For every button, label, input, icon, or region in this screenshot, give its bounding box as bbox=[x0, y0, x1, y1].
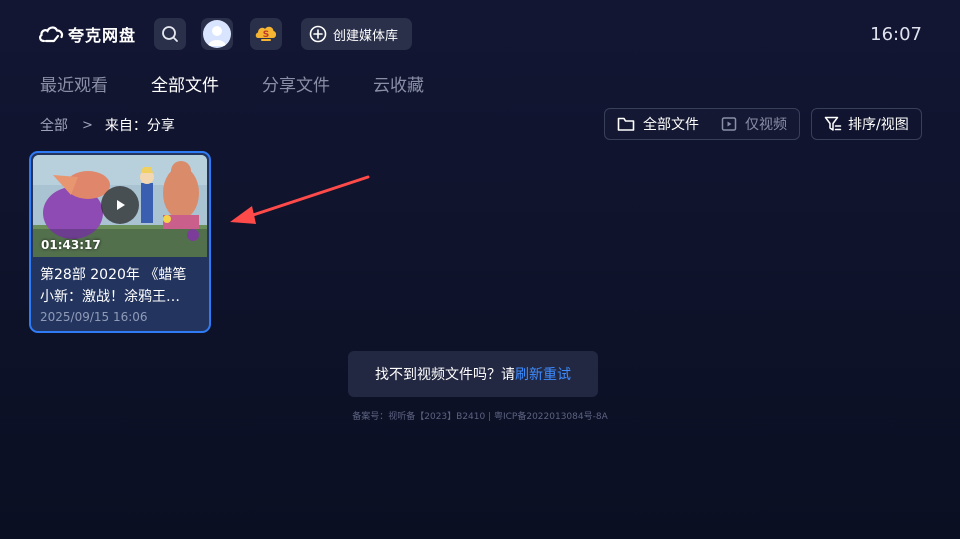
play-icon bbox=[117, 200, 125, 210]
svg-text:S: S bbox=[263, 30, 269, 40]
filter-all-files[interactable]: 全部文件 bbox=[605, 109, 711, 139]
chevron-right-icon: > bbox=[82, 117, 93, 133]
video-title-line2: 小新：激战！涂鸦王… bbox=[40, 289, 180, 305]
plus-circle-icon bbox=[309, 25, 327, 43]
video-date: 2025/09/15 16:06 bbox=[40, 310, 148, 324]
vip-button[interactable]: S bbox=[250, 18, 282, 50]
breadcrumb-current: 来自：分享 bbox=[104, 118, 175, 134]
clock: 16:07 bbox=[870, 24, 922, 45]
search-icon bbox=[162, 26, 178, 42]
vip-badge-icon: S bbox=[255, 26, 277, 41]
video-duration: 01:43:17 bbox=[41, 238, 101, 252]
user-avatar-button[interactable] bbox=[201, 18, 233, 50]
app-name: 夸克网盘 bbox=[68, 26, 137, 45]
sort-view-label: 排序/视图 bbox=[848, 117, 909, 133]
search-button[interactable] bbox=[154, 18, 186, 50]
refresh-notice: 找不到视频文件吗？请 刷新重试 bbox=[348, 351, 598, 397]
tab-cloud-favorites[interactable]: 云收藏 bbox=[373, 74, 424, 98]
avatar-icon bbox=[208, 26, 226, 46]
file-type-filter: 全部文件 仅视频 bbox=[604, 108, 800, 140]
tab-recent[interactable]: 最近观看 bbox=[40, 74, 108, 98]
notice-text: 找不到视频文件吗？请 bbox=[375, 367, 515, 383]
breadcrumb-root[interactable]: 全部 bbox=[40, 115, 68, 135]
app-logo: 夸克网盘 bbox=[38, 22, 136, 46]
filter-video-only-label: 仅视频 bbox=[745, 117, 787, 133]
video-thumbnail: 01:43:17 bbox=[33, 155, 207, 257]
annotation-arrow-icon bbox=[230, 175, 370, 224]
create-media-library-button[interactable]: 创建媒体库 bbox=[301, 18, 413, 50]
cloud-logo-icon bbox=[39, 26, 64, 43]
folder-icon bbox=[617, 117, 635, 131]
refresh-retry-link[interactable]: 刷新重试 bbox=[515, 364, 571, 384]
filter-video-only[interactable]: 仅视频 bbox=[711, 109, 787, 139]
sort-view-button[interactable]: 排序/视图 bbox=[811, 108, 922, 140]
icp-record: 备案号：视听备【2023】B2410 | 粤ICP备2022013084号-8A bbox=[352, 412, 608, 422]
tab-bar: 最近观看 全部文件 分享文件 云收藏 bbox=[40, 74, 467, 98]
create-media-library-label: 创建媒体库 bbox=[333, 28, 399, 44]
avatar bbox=[203, 20, 231, 48]
video-file-card[interactable]: 01:43:17 第28部 2020年 《蜡笔 小新：激战！涂鸦王… 2025/… bbox=[29, 151, 211, 333]
top-bar: 夸克网盘 S 创建媒体库 16:07 bbox=[0, 0, 960, 70]
tab-shared-files[interactable]: 分享文件 bbox=[262, 74, 330, 98]
video-icon bbox=[721, 117, 737, 131]
sort-filter-icon bbox=[824, 116, 842, 131]
video-title-line1: 第28部 2020年 《蜡笔 bbox=[40, 267, 187, 283]
play-button[interactable] bbox=[101, 186, 139, 224]
breadcrumb: 全部 > 来自：分享 bbox=[40, 115, 175, 135]
tab-all-files[interactable]: 全部文件 bbox=[151, 74, 219, 98]
video-title: 第28部 2020年 《蜡笔 小新：激战！涂鸦王… bbox=[40, 264, 202, 308]
filter-all-files-label: 全部文件 bbox=[643, 117, 699, 133]
